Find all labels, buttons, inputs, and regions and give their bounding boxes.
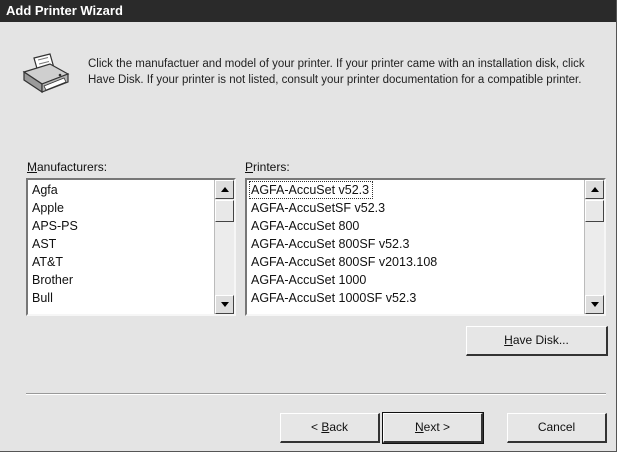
printers-scrollbar[interactable] bbox=[584, 180, 604, 314]
manufacturers-scrollbar[interactable] bbox=[214, 180, 234, 314]
add-printer-wizard-window: Add Printer Wizard Click the manufactuer… bbox=[0, 0, 617, 452]
list-item[interactable]: Bull bbox=[30, 289, 78, 307]
list-item[interactable]: AGFA-AccuSet 800SF v2013.108 bbox=[249, 253, 437, 271]
arrow-up-icon bbox=[221, 187, 229, 192]
cancel-button[interactable]: Cancel bbox=[507, 413, 607, 443]
printers-list: AGFA-AccuSet v52.3 AGFA-AccuSetSF v52.3 AG… bbox=[249, 181, 437, 307]
next-button[interactable]: Next > bbox=[382, 412, 484, 444]
scroll-up-button[interactable] bbox=[215, 180, 234, 199]
separator bbox=[26, 393, 606, 395]
list-item[interactable]: AGFA-AccuSetSF v52.3 bbox=[249, 199, 437, 217]
list-item[interactable]: AGFA-AccuSet 1000SF v52.3 bbox=[249, 289, 437, 307]
list-item[interactable]: AST bbox=[30, 235, 78, 253]
list-item[interactable]: APS-PS bbox=[30, 217, 78, 235]
list-item[interactable]: AGFA-AccuSet 800SF v52.3 bbox=[249, 235, 437, 253]
scroll-down-button[interactable] bbox=[215, 295, 234, 314]
list-item[interactable]: AGFA-AccuSet 800 bbox=[249, 217, 437, 235]
scroll-up-button[interactable] bbox=[585, 180, 604, 199]
manufacturers-list: Agfa Apple APS-PS AST AT&T Brother Bull bbox=[30, 181, 78, 307]
arrow-down-icon bbox=[221, 302, 229, 307]
list-item[interactable]: Apple bbox=[30, 199, 78, 217]
instructions-text: Click the manufactuer and model of your … bbox=[88, 58, 585, 86]
list-item[interactable]: AT&T bbox=[30, 253, 78, 271]
manufacturers-label: Manufacturers: bbox=[27, 160, 108, 174]
list-item[interactable]: Agfa bbox=[30, 181, 78, 199]
printers-listbox[interactable]: AGFA-AccuSet v52.3 AGFA-AccuSetSF v52.3 AG… bbox=[245, 178, 606, 316]
manufacturers-listbox[interactable]: Agfa Apple APS-PS AST AT&T Brother Bull bbox=[26, 178, 236, 316]
title-bar: Add Printer Wizard bbox=[0, 0, 616, 22]
back-button[interactable]: < Back bbox=[280, 413, 380, 443]
printers-label: Printers: bbox=[245, 160, 290, 174]
scroll-thumb[interactable] bbox=[585, 200, 604, 222]
scroll-thumb[interactable] bbox=[215, 200, 234, 222]
list-item[interactable]: AGFA-AccuSet v52.3 bbox=[249, 181, 374, 199]
have-disk-button[interactable]: Have Disk... bbox=[466, 326, 608, 356]
printer-icon bbox=[22, 53, 70, 94]
list-item[interactable]: Brother bbox=[30, 271, 78, 289]
arrow-down-icon bbox=[591, 302, 599, 307]
list-item[interactable]: AGFA-AccuSet 1000 bbox=[249, 271, 437, 289]
arrow-up-icon bbox=[591, 187, 599, 192]
scroll-down-button[interactable] bbox=[585, 295, 604, 314]
